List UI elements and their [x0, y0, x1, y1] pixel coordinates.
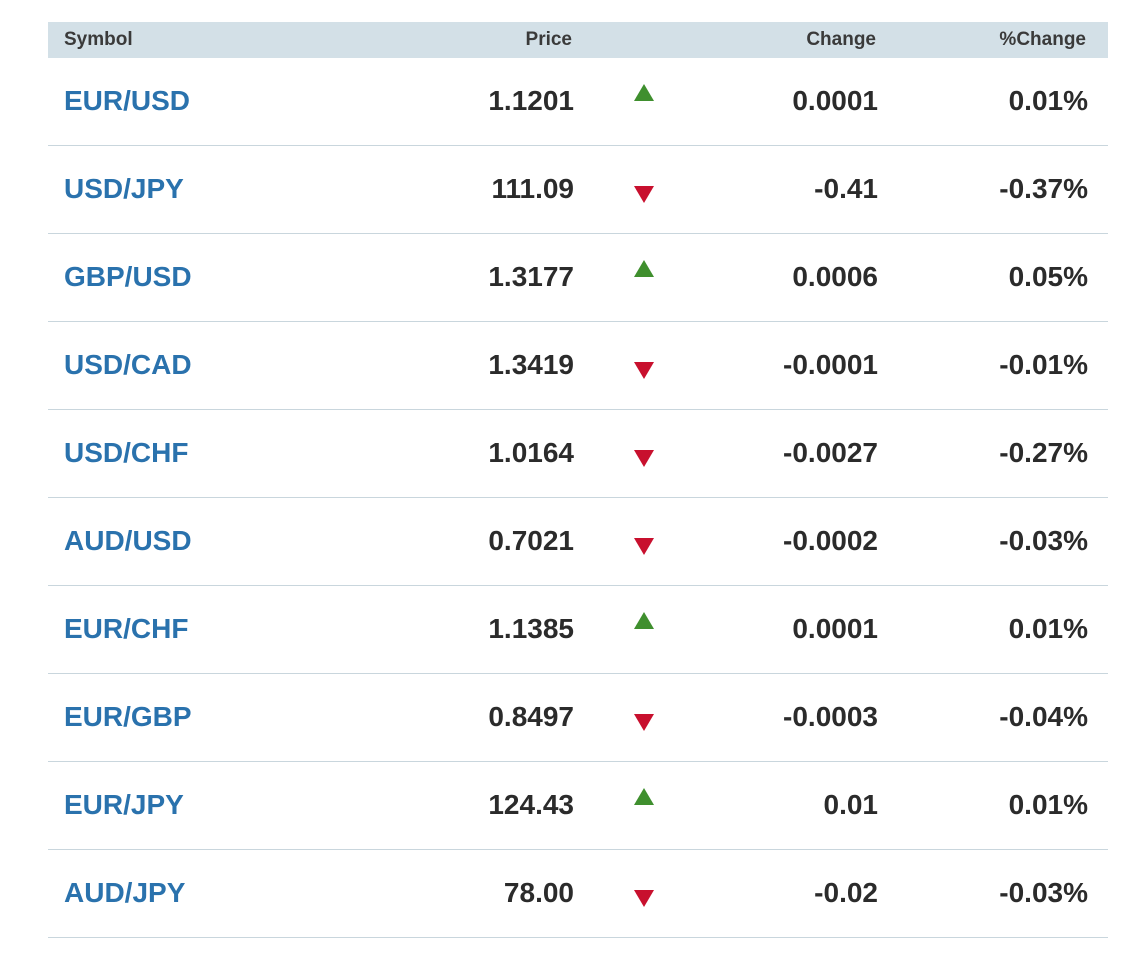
header-pct-change: %Change	[999, 29, 1086, 50]
pct-change-value: -0.04%	[999, 701, 1088, 732]
change-value: -0.0001	[783, 349, 878, 380]
change-value: 0.01	[823, 789, 879, 820]
table-row: USD/CAD 1.3419 -0.0001 -0.01%	[48, 322, 1108, 410]
price-value: 0.8497	[488, 701, 574, 732]
table-row: GBP/USD 1.3177 0.0006 0.05%	[48, 234, 1108, 322]
header-price: Price	[525, 29, 572, 50]
down-triangle-icon	[634, 538, 654, 555]
price-value: 78.00	[503, 877, 574, 908]
pct-change-value: 0.01%	[1008, 85, 1088, 116]
table-row: EUR/CHF 1.1385 0.0001 0.01%	[48, 586, 1108, 674]
change-value: -0.0003	[783, 701, 878, 732]
symbol-link[interactable]: EUR/CHF	[64, 612, 188, 646]
symbol-link[interactable]: USD/CHF	[64, 436, 188, 470]
up-triangle-icon	[634, 84, 654, 101]
pct-change-value: -0.27%	[999, 437, 1088, 468]
up-triangle-icon	[634, 612, 654, 629]
pct-change-value: 0.01%	[1008, 613, 1088, 644]
table-header: Symbol Price Change %Change	[48, 22, 1108, 58]
change-value: -0.41	[814, 173, 878, 204]
up-triangle-icon	[634, 788, 654, 805]
table-row: EUR/USD 1.1201 0.0001 0.01%	[48, 58, 1108, 146]
table-row: EUR/JPY 124.43 0.01 0.01%	[48, 762, 1108, 850]
pct-change-value: -0.03%	[999, 525, 1088, 556]
header-change: Change	[806, 29, 876, 50]
down-triangle-icon	[634, 362, 654, 379]
change-value: -0.0002	[783, 525, 878, 556]
down-triangle-icon	[634, 186, 654, 203]
symbol-link[interactable]: USD/JPY	[64, 172, 184, 206]
change-value: 0.0001	[792, 85, 878, 116]
up-triangle-icon	[634, 260, 654, 277]
price-value: 0.7021	[488, 525, 574, 556]
currency-table: Symbol Price Change %Change EUR/USD 1.12…	[48, 22, 1108, 938]
pct-change-value: -0.03%	[999, 877, 1088, 908]
table-row: AUD/JPY 78.00 -0.02 -0.03%	[48, 850, 1108, 938]
price-value: 1.1201	[488, 85, 574, 116]
table-row: USD/CHF 1.0164 -0.0027 -0.27%	[48, 410, 1108, 498]
price-value: 1.3177	[488, 261, 574, 292]
down-triangle-icon	[634, 890, 654, 907]
pct-change-value: 0.01%	[1008, 789, 1088, 820]
symbol-link[interactable]: EUR/USD	[64, 84, 190, 118]
symbol-link[interactable]: USD/CAD	[64, 348, 192, 382]
symbol-link[interactable]: AUD/USD	[64, 524, 192, 558]
table-row: EUR/GBP 0.8497 -0.0003 -0.04%	[48, 674, 1108, 762]
price-value: 1.1385	[488, 613, 574, 644]
price-value: 124.43	[488, 789, 574, 820]
table-row: USD/JPY 111.09 -0.41 -0.37%	[48, 146, 1108, 234]
pct-change-value: -0.01%	[999, 349, 1088, 380]
price-value: 1.0164	[488, 437, 574, 468]
price-value: 111.09	[491, 173, 574, 204]
pct-change-value: 0.05%	[1008, 261, 1088, 292]
change-value: 0.0001	[792, 613, 878, 644]
symbol-link[interactable]: AUD/JPY	[64, 876, 185, 910]
change-value: -0.0027	[783, 437, 878, 468]
symbol-link[interactable]: EUR/JPY	[64, 788, 184, 822]
price-value: 1.3419	[488, 349, 574, 380]
pct-change-value: -0.37%	[999, 173, 1088, 204]
symbol-link[interactable]: EUR/GBP	[64, 700, 192, 734]
header-symbol: Symbol	[64, 29, 133, 50]
down-triangle-icon	[634, 450, 654, 467]
table-row: AUD/USD 0.7021 -0.0002 -0.03%	[48, 498, 1108, 586]
change-value: 0.0006	[792, 261, 878, 292]
down-triangle-icon	[634, 714, 654, 731]
change-value: -0.02	[814, 877, 878, 908]
symbol-link[interactable]: GBP/USD	[64, 260, 192, 294]
